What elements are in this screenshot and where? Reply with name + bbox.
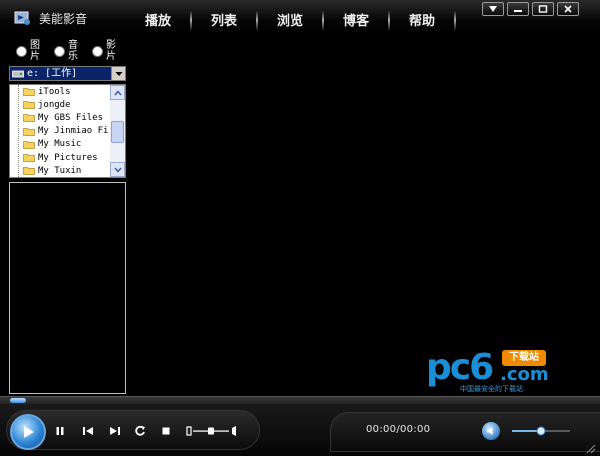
repeat-button[interactable] (133, 424, 147, 438)
next-button[interactable] (108, 424, 122, 438)
radio-pictures[interactable]: 图片 (16, 40, 42, 62)
folder-icon (23, 114, 35, 123)
chevron-down-icon (115, 71, 122, 76)
folder-icon (23, 88, 35, 96)
drive-dropdown-button[interactable] (111, 67, 125, 80)
previous-button[interactable] (81, 424, 95, 438)
skip-previous-icon (83, 427, 93, 435)
media-type-radios: 图片 音乐 影片 (6, 40, 128, 62)
minimize-button[interactable] (507, 2, 529, 16)
close-icon (564, 5, 572, 13)
control-bar: 00:00/00:00 (0, 404, 600, 456)
mute-button[interactable] (482, 422, 500, 440)
scroll-thumb[interactable] (111, 121, 124, 143)
seek-thumb[interactable] (10, 398, 26, 403)
watermark-domain: .com (500, 364, 549, 385)
menu-help[interactable]: 帮助 (390, 0, 454, 38)
skip-next-icon (110, 427, 120, 435)
folder-item[interactable]: jongde (10, 98, 111, 111)
radio-label: 音乐 (68, 40, 78, 62)
resize-grip-icon[interactable] (584, 442, 596, 454)
watermark-logo: pc6 下载站 .com 中国最安全的下载站 (426, 347, 576, 394)
folder-icon (23, 101, 35, 110)
menu-list[interactable]: 列表 (192, 0, 256, 38)
window-menu-button[interactable] (482, 2, 504, 16)
folder-item[interactable]: My Pictures (10, 151, 111, 164)
folder-name: My Pictures (38, 152, 98, 163)
folder-icon (23, 140, 35, 149)
playlist-panel[interactable] (9, 182, 126, 394)
folder-name: iTools (38, 86, 71, 97)
watermark-tagline: 中国最安全的下载站 (460, 385, 523, 393)
left-panel: 图片 音乐 影片 e: [工作] iTools jongde My GBS File… (6, 38, 128, 396)
folder-name: My Tuxin (38, 165, 82, 176)
app-title: 美能影音 (39, 12, 88, 26)
pause-icon (56, 427, 64, 435)
menu-blog[interactable]: 博客 (324, 0, 388, 38)
folder-item[interactable]: iTools (10, 85, 111, 98)
radio-movies[interactable]: 影片 (92, 40, 118, 62)
radio-label: 图片 (30, 40, 40, 62)
radio-label: 影片 (106, 40, 116, 62)
folder-item[interactable]: My Music (10, 138, 111, 151)
dropdown-icon (489, 6, 497, 12)
play-icon (24, 426, 34, 438)
chevron-down-icon (113, 167, 122, 173)
play-button[interactable] (10, 414, 46, 450)
stop-icon (162, 427, 170, 435)
maximize-icon (538, 5, 548, 13)
radio-music[interactable]: 音乐 (54, 40, 80, 62)
close-button[interactable] (557, 2, 579, 16)
video-area[interactable]: pc6 下载站 .com 中国最安全的下载站 (130, 38, 598, 396)
drive-select[interactable]: e: [工作] (9, 66, 126, 81)
minimize-icon (514, 10, 522, 12)
app-icon (14, 11, 30, 25)
time-display: 00:00/00:00 (366, 424, 431, 435)
main-menu: 播放 列表 浏览 博客 帮助 (126, 0, 456, 38)
drive-icon (12, 70, 24, 77)
folder-name: My GBS Files (38, 112, 104, 123)
stop-button[interactable] (159, 424, 173, 438)
folder-name: My Music (38, 139, 82, 150)
balance-slider[interactable] (186, 424, 238, 438)
folder-list: iTools jongde My GBS Files My Jinmiao Fi My … (10, 85, 111, 177)
refresh-icon (135, 425, 145, 436)
volume-slider[interactable] (512, 426, 570, 436)
speaker-icon (487, 427, 493, 435)
menu-separator (454, 10, 456, 30)
folder-item[interactable]: My Tuxin (10, 164, 111, 177)
title-bar: 美能影音 播放 列表 浏览 博客 帮助 (0, 0, 600, 38)
drive-select-label: e: [工作] (27, 68, 78, 79)
window-controls (482, 2, 579, 16)
folder-icon (23, 127, 35, 136)
folder-tree: iTools jongde My GBS Files My Jinmiao Fi My … (9, 84, 126, 178)
chevron-up-icon (113, 89, 122, 95)
radio-button[interactable] (54, 45, 65, 57)
folder-item[interactable]: My GBS Files (10, 111, 111, 124)
maximize-button[interactable] (532, 2, 554, 16)
radio-button[interactable] (92, 45, 103, 57)
menu-browse[interactable]: 浏览 (258, 0, 322, 38)
pause-button[interactable] (53, 424, 67, 438)
scroll-down-button[interactable] (110, 162, 125, 177)
folder-item[interactable]: My Jinmiao Fi (10, 125, 111, 138)
watermark-brand: pc6 (426, 347, 494, 388)
folder-name: My Jinmiao Fi (38, 126, 109, 137)
drive-select-value: e: [工作] (10, 67, 111, 80)
folder-name: jongde (38, 99, 71, 110)
scroll-up-button[interactable] (110, 85, 125, 100)
seek-bar[interactable] (0, 396, 600, 404)
folder-scrollbar[interactable] (110, 85, 125, 177)
radio-button[interactable] (16, 45, 27, 57)
folder-icon (23, 154, 35, 162)
menu-play[interactable]: 播放 (126, 0, 190, 38)
folder-icon (23, 167, 35, 176)
